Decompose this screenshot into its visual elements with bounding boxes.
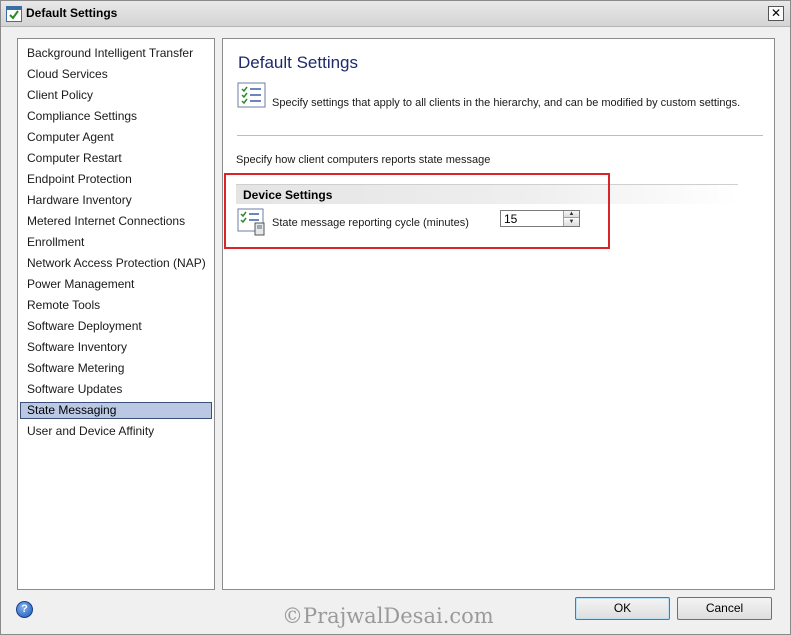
page-description: Specify settings that apply to all clien… xyxy=(272,97,741,109)
settings-nav-list: Background Intelligent Transfer Cloud Ser… xyxy=(17,38,215,590)
nav-item-computer-restart[interactable]: Computer Restart xyxy=(20,148,212,169)
section-description: Specify how client computers reports sta… xyxy=(236,154,491,166)
nav-item-software-updates[interactable]: Software Updates xyxy=(20,379,212,400)
nav-item-computer-agent[interactable]: Computer Agent xyxy=(20,127,212,148)
window-title: Default Settings xyxy=(26,6,118,20)
reporting-cycle-label: State message reporting cycle (minutes) xyxy=(272,217,469,229)
nav-item-software-metering[interactable]: Software Metering xyxy=(20,358,212,379)
stepper-up-arrow-icon[interactable]: ▲ xyxy=(564,211,579,218)
nav-item-client-policy[interactable]: Client Policy xyxy=(20,85,212,106)
divider xyxy=(237,135,763,136)
reporting-cycle-input[interactable] xyxy=(501,211,563,226)
checkmark-window-icon xyxy=(6,6,22,22)
nav-item-software-inventory[interactable]: Software Inventory xyxy=(20,337,212,358)
nav-item-background-intelligent-transfer[interactable]: Background Intelligent Transfer xyxy=(20,43,212,64)
help-icon[interactable]: ? xyxy=(16,601,33,618)
ok-button[interactable]: OK xyxy=(575,597,670,620)
nav-item-hardware-inventory[interactable]: Hardware Inventory xyxy=(20,190,212,211)
nav-item-user-and-device-affinity[interactable]: User and Device Affinity xyxy=(20,421,212,442)
settings-content-pane: Default Settings Specify settings that a… xyxy=(222,38,775,590)
nav-item-remote-tools[interactable]: Remote Tools xyxy=(20,295,212,316)
nav-item-state-messaging[interactable]: State Messaging xyxy=(20,402,212,419)
nav-item-metered-internet-connections[interactable]: Metered Internet Connections xyxy=(20,211,212,232)
nav-item-software-deployment[interactable]: Software Deployment xyxy=(20,316,212,337)
close-button[interactable]: ✕ xyxy=(768,6,784,21)
title-bar[interactable]: Default Settings ✕ xyxy=(1,1,790,27)
section-title: Device Settings xyxy=(243,188,333,202)
stepper-down-arrow-icon[interactable]: ▼ xyxy=(564,219,579,226)
page-title: Default Settings xyxy=(238,53,359,72)
reporting-cycle-stepper[interactable]: ▲ ▼ xyxy=(500,210,580,227)
nav-item-enrollment[interactable]: Enrollment xyxy=(20,232,212,253)
nav-item-compliance-settings[interactable]: Compliance Settings xyxy=(20,106,212,127)
nav-item-power-management[interactable]: Power Management xyxy=(20,274,212,295)
checklist-icon xyxy=(237,82,267,108)
default-settings-dialog: Default Settings ✕ Background Intelligen… xyxy=(0,0,791,635)
nav-item-endpoint-protection[interactable]: Endpoint Protection xyxy=(20,169,212,190)
stepper-buttons: ▲ ▼ xyxy=(563,211,579,226)
nav-item-network-access-protection-nap[interactable]: Network Access Protection (NAP) xyxy=(20,253,212,274)
cancel-button[interactable]: Cancel xyxy=(677,597,772,620)
nav-item-cloud-services[interactable]: Cloud Services xyxy=(20,64,212,85)
watermark: ©PrajwalDesai.com xyxy=(282,604,494,628)
settings-checklist-icon xyxy=(237,208,267,236)
device-settings-header: Device Settings xyxy=(236,184,738,204)
